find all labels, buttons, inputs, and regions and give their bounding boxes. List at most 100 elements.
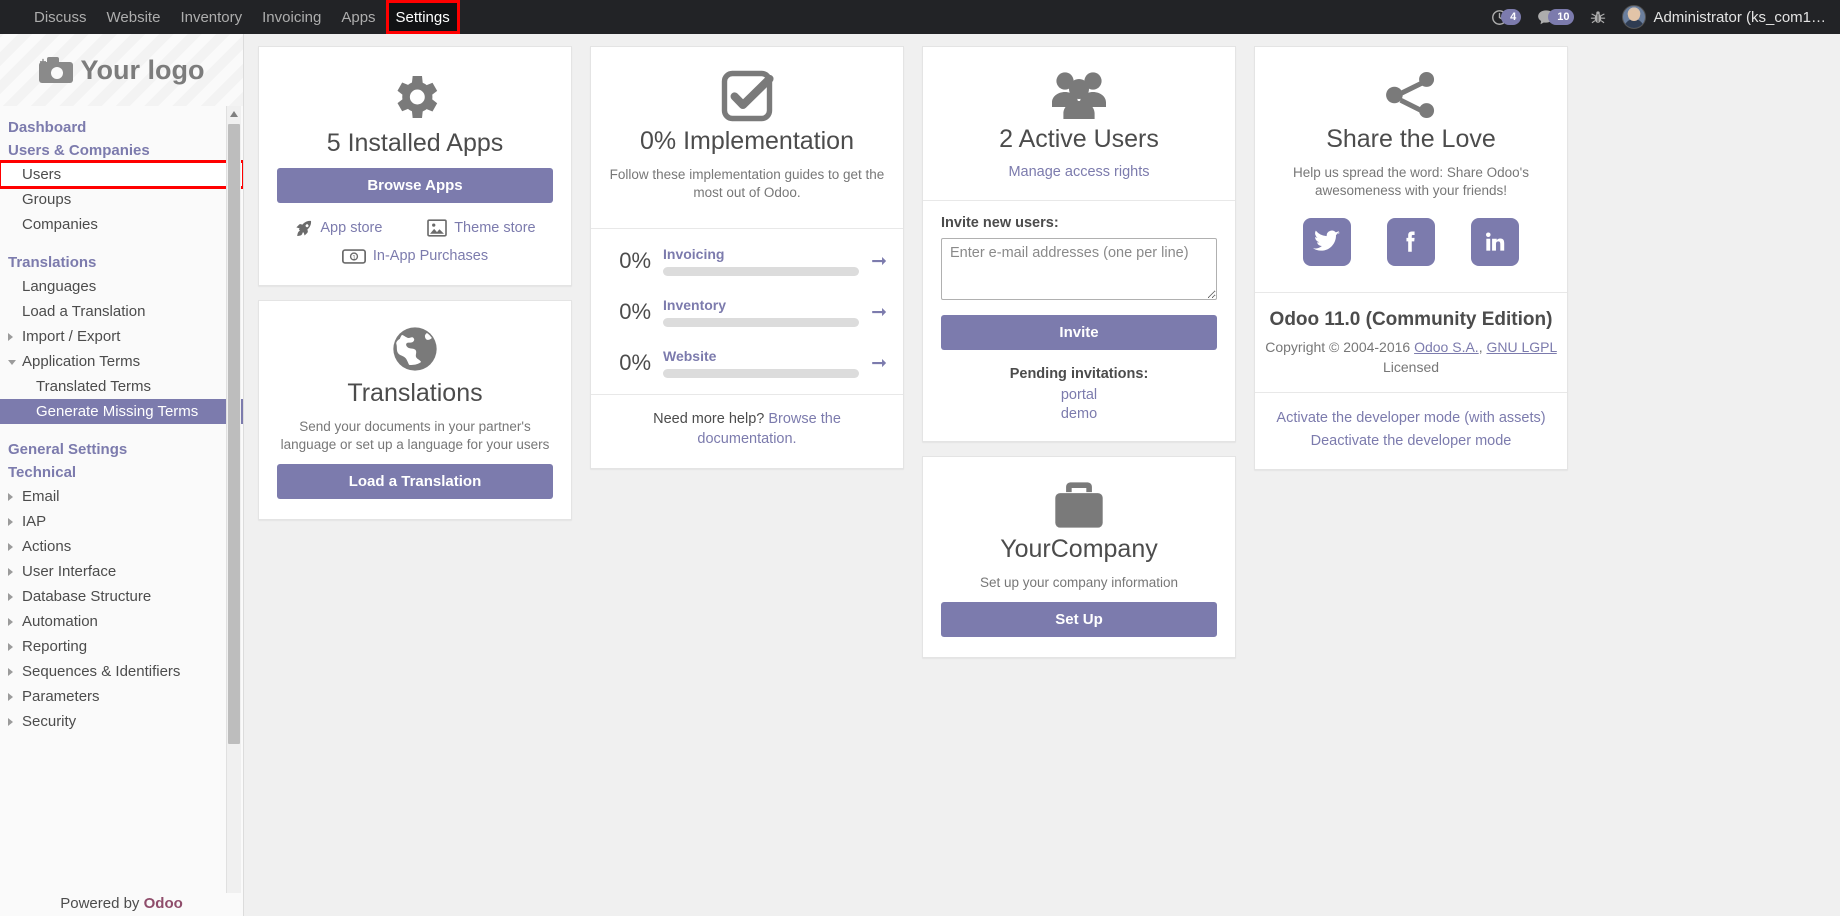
briefcase-icon bbox=[1055, 482, 1103, 528]
camera-icon: + bbox=[38, 56, 73, 83]
active-users-title: 2 Active Users bbox=[999, 125, 1159, 153]
facebook-share-button[interactable] bbox=[1387, 218, 1435, 267]
sidebar-section-translations[interactable]: Translations bbox=[0, 251, 243, 274]
logo-label: Your logo bbox=[80, 54, 205, 85]
pending-invitations-title: Pending invitations: bbox=[1009, 365, 1149, 382]
debug-manager[interactable] bbox=[1590, 9, 1606, 26]
set-up-button[interactable]: Set Up bbox=[941, 601, 1217, 637]
guide-row-invoicing[interactable]: 0% Invoicing ➞ bbox=[607, 237, 887, 288]
translations-description: Send your documents in your partner's la… bbox=[280, 418, 550, 452]
sidebar-section-users-companies[interactable]: Users & Companies bbox=[0, 139, 243, 162]
user-menu[interactable]: Administrator (ks_com1… bbox=[1622, 5, 1826, 29]
sidebar-item-import-export[interactable]: Import / Export bbox=[0, 324, 243, 349]
sidebar-item-reporting[interactable]: Reporting bbox=[0, 634, 243, 659]
translations-title: Translations bbox=[347, 378, 483, 407]
sidebar-item-label: Automation bbox=[22, 613, 98, 630]
company-title: YourCompany bbox=[1000, 534, 1158, 563]
load-a-translation-button[interactable]: Load a Translation bbox=[277, 463, 553, 499]
pending-invitation-portal[interactable]: portal bbox=[941, 386, 1217, 406]
activities-menu[interactable]: 4 bbox=[1491, 9, 1522, 26]
invite-emails-input[interactable] bbox=[941, 237, 1217, 300]
sidebar-menu: Dashboard Users & Companies Users Groups… bbox=[0, 106, 243, 916]
odoo-sa-link[interactable]: Odoo S.A. bbox=[1414, 339, 1479, 355]
sidebar-item-iap[interactable]: IAP bbox=[0, 509, 243, 534]
version-section: Odoo 11.0 (Community Edition) Copyright … bbox=[1255, 292, 1567, 392]
sidebar-item-parameters[interactable]: Parameters bbox=[0, 684, 243, 709]
sidebar-item-languages[interactable]: Languages bbox=[0, 274, 243, 299]
company-card: YourCompany Set up your company informat… bbox=[922, 455, 1236, 658]
chevron-right-icon bbox=[8, 492, 13, 501]
sidebar-item-label: Parameters bbox=[22, 688, 100, 705]
sidebar-item-automation[interactable]: Automation bbox=[0, 609, 243, 634]
sidebar-item-translated-terms[interactable]: Translated Terms bbox=[0, 374, 243, 399]
facebook-icon bbox=[1406, 231, 1415, 252]
in-app-purchases-link[interactable]: 1 In-App Purchases bbox=[341, 248, 489, 265]
browse-apps-button[interactable]: Browse Apps bbox=[277, 167, 553, 203]
linkedin-icon bbox=[1486, 232, 1505, 251]
nav-item-settings[interactable]: Settings bbox=[385, 0, 460, 34]
company-logo-placeholder[interactable]: + Your logo bbox=[0, 34, 243, 106]
sidebar-item-email[interactable]: Email bbox=[0, 484, 243, 509]
invite-users-section: Invite new users: Invite Pending invitat… bbox=[923, 199, 1235, 441]
nav-item-apps[interactable]: Apps bbox=[331, 0, 385, 34]
sidebar-section-technical[interactable]: Technical bbox=[0, 461, 243, 484]
messages-menu[interactable]: 10 bbox=[1537, 9, 1575, 26]
sidebar-item-sequences-identifiers[interactable]: Sequences & Identifiers bbox=[0, 659, 243, 684]
installed-apps-card: 5 Installed Apps Browse Apps App store T… bbox=[258, 46, 572, 286]
guide-progress-bar bbox=[663, 318, 860, 328]
app-menu: Discuss Website Inventory Invoicing Apps… bbox=[0, 0, 460, 34]
sidebar-item-users[interactable]: Users bbox=[0, 160, 243, 189]
arrow-right-icon[interactable]: ➞ bbox=[871, 250, 887, 273]
sidebar-item-application-terms[interactable]: Application Terms bbox=[0, 349, 243, 374]
activate-developer-mode-assets-link[interactable]: Activate the developer mode (with assets… bbox=[1265, 407, 1557, 430]
twitter-share-button[interactable] bbox=[1303, 218, 1351, 267]
pending-invitation-demo[interactable]: demo bbox=[941, 405, 1217, 425]
rocket-icon bbox=[296, 220, 312, 236]
bug-icon bbox=[1591, 10, 1606, 23]
nav-item-discuss[interactable]: Discuss bbox=[24, 0, 97, 34]
in-app-purchases-label: In-App Purchases bbox=[372, 248, 489, 265]
developer-mode-section: Activate the developer mode (with assets… bbox=[1255, 391, 1567, 469]
linkedin-share-button[interactable] bbox=[1471, 218, 1519, 267]
deactivate-developer-mode-link[interactable]: Deactivate the developer mode bbox=[1265, 430, 1557, 453]
sidebar-item-groups[interactable]: Groups bbox=[0, 187, 243, 212]
sidebar-item-generate-missing-terms[interactable]: Generate Missing Terms bbox=[0, 399, 243, 424]
scrollbar-thumb[interactable] bbox=[228, 124, 240, 744]
sidebar-item-companies[interactable]: Companies bbox=[0, 212, 243, 237]
gnu-lgpl-link[interactable]: GNU LGPL bbox=[1486, 339, 1556, 355]
company-description: Set up your company information bbox=[979, 574, 1179, 590]
invite-button[interactable]: Invite bbox=[941, 314, 1217, 350]
manage-access-rights-link[interactable]: Manage access rights bbox=[941, 164, 1217, 180]
arrow-right-icon[interactable]: ➞ bbox=[871, 301, 887, 324]
dashboard-column-2: 0% Implementation Follow these implement… bbox=[590, 46, 904, 469]
translations-card: Translations Send your documents in your… bbox=[258, 299, 572, 520]
arrow-right-icon[interactable]: ➞ bbox=[871, 352, 887, 375]
app-store-link[interactable]: App store bbox=[294, 219, 382, 238]
sidebar-section-dashboard[interactable]: Dashboard bbox=[0, 116, 243, 139]
sidebar-item-database-structure[interactable]: Database Structure bbox=[0, 584, 243, 609]
copyright-line: Copyright © 2004-2016 Odoo S.A., GNU LGP… bbox=[1265, 337, 1557, 378]
guide-percent: 0% bbox=[619, 248, 651, 274]
installed-apps-title: 5 Installed Apps bbox=[326, 129, 504, 157]
twitter-icon bbox=[1313, 230, 1340, 251]
powered-by-prefix: Powered by bbox=[60, 895, 144, 912]
powered-by-brand[interactable]: Odoo bbox=[144, 895, 183, 912]
nav-item-inventory[interactable]: Inventory bbox=[170, 0, 252, 34]
sidebar-scrollbar[interactable] bbox=[226, 106, 241, 916]
nav-item-website[interactable]: Website bbox=[97, 0, 171, 34]
sidebar-item-actions[interactable]: Actions bbox=[0, 534, 243, 559]
help-prefix: Need more help? bbox=[653, 411, 769, 428]
sidebar-item-user-interface[interactable]: User Interface bbox=[0, 559, 243, 584]
scroll-up-arrow-icon[interactable] bbox=[230, 111, 238, 117]
sidebar-item-security[interactable]: Security bbox=[0, 709, 243, 734]
powered-by: Powered by Odoo bbox=[0, 893, 243, 916]
guide-name: Website bbox=[663, 348, 717, 365]
nav-item-invoicing[interactable]: Invoicing bbox=[252, 0, 331, 34]
guide-row-inventory[interactable]: 0% Inventory ➞ bbox=[607, 288, 887, 339]
guide-row-website[interactable]: 0% Website ➞ bbox=[607, 339, 887, 390]
guide-name: Invoicing bbox=[663, 246, 725, 263]
sidebar-item-load-a-translation[interactable]: Load a Translation bbox=[0, 299, 243, 324]
dashboard-column-1: 5 Installed Apps Browse Apps App store T… bbox=[258, 46, 572, 520]
theme-store-link[interactable]: Theme store bbox=[427, 219, 536, 237]
sidebar-section-general-settings[interactable]: General Settings bbox=[0, 438, 243, 461]
